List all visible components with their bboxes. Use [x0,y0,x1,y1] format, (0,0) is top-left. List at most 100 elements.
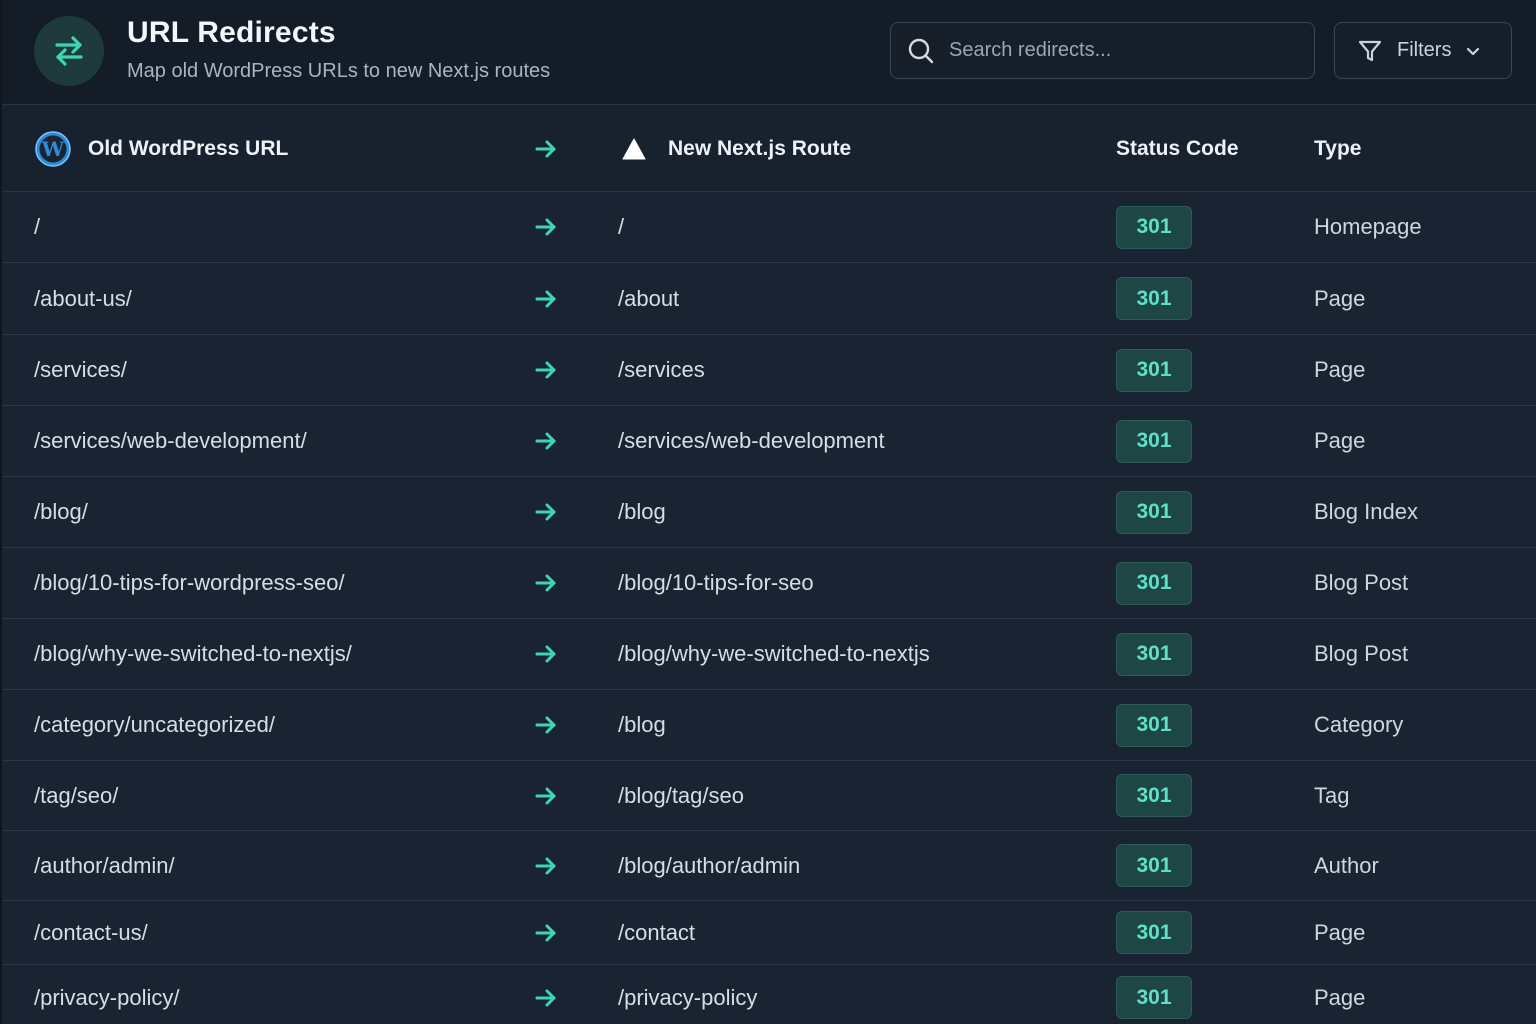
old-url-cell: /services/ [34,357,127,382]
status-cell: 301 [1116,965,1192,1024]
new-route-cell: /contact [618,919,696,945]
type-cell: Page [1314,428,1366,453]
chevron-down-icon [1465,43,1481,59]
table-row[interactable]: /about-us/ /about 301 Page [2,263,1536,335]
table-row[interactable]: / / 301 Homepage [2,192,1536,263]
arrow-right-icon [534,831,558,900]
status-cell: 301 [1116,619,1192,689]
page-subtitle: Map old WordPress URLs to new Next.js ro… [127,60,551,82]
arrow-right-icon [534,106,558,192]
table-row[interactable]: /blog/10-tips-for-wordpress-seo/ /blog/10… [2,548,1536,619]
type-cell: Blog Post [1314,641,1409,666]
table-row[interactable]: /services/ /services 301 Page [2,335,1536,406]
arrow-right-icon [534,761,558,830]
column-header-type[interactable]: Type [1314,106,1361,192]
filters-button[interactable]: Filters [1334,22,1512,79]
table-row[interactable]: /tag/seo/ /blog/tag/seo 301 Tag [2,761,1536,831]
status-badge: 301 [1116,561,1192,605]
type-cell: Homepage [1314,214,1422,239]
old-url-cell: /category/uncategorized/ [34,712,275,737]
old-url-cell: /tag/seo/ [34,782,119,808]
new-route-cell: /blog/why-we-switched-to-nextjs [618,641,930,666]
status-badge: 301 [1116,774,1192,817]
table-row[interactable]: /services/web-development/ /services/web-… [2,406,1536,477]
arrow-right-icon [534,192,558,262]
column-header-new-route[interactable]: New Next.js Route [622,106,851,192]
status-badge: 301 [1116,976,1192,1019]
old-url-cell: /blog/why-we-switched-to-nextjs/ [34,641,352,666]
new-route-cell: /privacy-policy [618,984,758,1010]
column-label-new-route: New Next.js Route [668,137,852,160]
status-badge: 301 [1116,348,1192,392]
new-route-cell: /about [618,285,680,311]
page-title: URL Redirects [127,16,336,49]
type-cell: Page [1314,919,1366,945]
type-cell: Category [1314,712,1404,737]
new-route-cell: /blog/10-tips-for-seo [618,570,814,595]
status-badge: 301 [1116,205,1192,249]
filters-label: Filters [1397,39,1452,61]
new-route-cell: /services/web-development [618,428,885,453]
column-label-old-url: Old WordPress URL [88,137,289,160]
arrow-right-icon [534,619,558,689]
search-box[interactable] [890,22,1315,79]
arrow-right-icon [534,965,558,1024]
arrow-right-icon [534,901,558,964]
table-row[interactable]: /blog/why-we-switched-to-nextjs/ /blog/wh… [2,619,1536,690]
type-cell: Page [1314,285,1366,311]
status-cell: 301 [1116,263,1192,334]
column-header-status[interactable]: Status Code [1116,106,1239,192]
table-row[interactable]: /privacy-policy/ /privacy-policy 301 Page [2,965,1536,1024]
new-route-cell: /blog/tag/seo [618,782,744,808]
new-route-cell: /services [618,357,705,382]
status-badge: 301 [1116,703,1192,747]
type-cell: Tag [1314,782,1350,808]
arrow-right-icon [534,406,558,476]
old-url-cell: /services/web-development/ [34,428,307,453]
new-route-cell: /blog [618,712,666,737]
old-url-cell: /author/admin/ [34,852,175,878]
status-badge: 301 [1116,911,1192,954]
type-cell: Author [1314,852,1379,878]
column-header-old-url[interactable]: W Old WordPress URL [34,106,288,192]
table-row[interactable]: /category/uncategorized/ /blog 301 Category [2,690,1536,761]
status-cell: 301 [1116,335,1192,405]
status-cell: 301 [1116,548,1192,618]
old-url-cell: /blog/10-tips-for-wordpress-seo/ [34,570,345,595]
svg-text:W: W [41,137,65,161]
arrow-right-icon [534,548,558,618]
table-row[interactable]: /contact-us/ /contact 301 Page [2,901,1536,965]
status-cell: 301 [1116,477,1192,547]
swap-arrows-icon [55,36,83,66]
redirect-logo [34,16,104,86]
type-cell: Page [1314,357,1366,382]
table-header: W Old WordPress URL New Next.js Route St… [2,106,1536,192]
arrow-right-icon [534,690,558,760]
search-input[interactable] [949,39,1289,62]
status-badge: 301 [1116,419,1192,463]
filter-icon [1357,38,1383,64]
arrow-right-icon [534,477,558,547]
type-cell: Blog Post [1314,570,1409,595]
old-url-cell: /blog/ [34,499,88,524]
status-cell: 301 [1116,831,1192,900]
app-window: URL Redirects Map old WordPress URLs to … [0,0,1536,1024]
table-row[interactable]: /blog/ /blog 301 Blog Index [2,477,1536,548]
status-cell: 301 [1116,406,1192,476]
status-cell: 301 [1116,192,1192,262]
arrow-right-icon [534,263,558,334]
nextjs-triangle-icon [622,138,646,160]
search-icon [907,37,935,65]
arrow-right-icon [534,335,558,405]
type-cell: Blog Index [1314,499,1418,524]
old-url-cell: /privacy-policy/ [34,984,180,1010]
status-cell: 301 [1116,761,1192,830]
status-badge: 301 [1116,490,1192,534]
status-badge: 301 [1116,632,1192,676]
new-route-cell: / [618,214,625,239]
table-row[interactable]: /author/admin/ /blog/author/admin 301 Autho… [2,831,1536,901]
old-url-cell: /about-us/ [34,285,132,311]
wordpress-icon: W [34,130,72,168]
new-route-cell: /blog [618,499,666,524]
new-route-cell: /blog/author/admin [618,852,801,878]
